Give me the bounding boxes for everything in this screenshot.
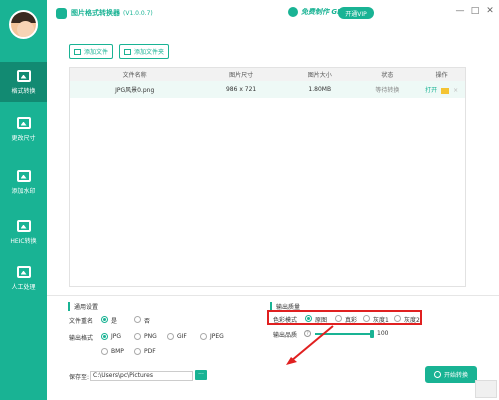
table-header: 文件名称 图片尺寸 图片大小 状态 操作 <box>70 68 465 81</box>
save-path-input[interactable]: C:\Users\pc\Pictures <box>90 371 193 381</box>
row-actions: 打开 × <box>418 85 465 94</box>
sidebar: 格式转换 更改尺寸 添加水印 HEIC转换 人工处理 <box>0 0 47 400</box>
title-bar: 图片格式转换器 (V1.0.0.7) <box>47 0 499 26</box>
color-gray1-label: 灰度1 <box>373 317 389 324</box>
add-folder-label: 添加文件夹 <box>134 49 165 56</box>
sidebar-item-format-convert[interactable]: 格式转换 <box>0 62 47 102</box>
color-mode-label: 色彩模式 <box>273 317 298 324</box>
format-bmp-label: BMP <box>111 348 124 355</box>
open-link[interactable]: 打开 <box>425 87 437 94</box>
general-settings-title: 通用设置 <box>68 302 98 311</box>
maximize-button[interactable]: □ <box>469 6 481 16</box>
sidebar-item-label: HEIC转换 <box>10 237 37 245</box>
folder-icon <box>124 48 131 55</box>
quality-slider[interactable] <box>315 333 373 335</box>
format-jpeg-radio[interactable] <box>200 333 207 340</box>
app-title: 图片格式转换器 <box>71 9 120 17</box>
save-to-label: 保存至: <box>69 374 90 381</box>
rename-yes-radio[interactable] <box>101 316 108 323</box>
refresh-icon <box>433 371 441 378</box>
format-gif-radio[interactable] <box>167 333 174 340</box>
close-button[interactable]: ✕ <box>484 6 496 16</box>
divider <box>47 295 499 296</box>
add-file-icon <box>74 48 81 55</box>
col-size: 图片大小 <box>307 72 332 79</box>
rename-yes-label: 是 <box>111 318 118 325</box>
file-dimensions: 986 x 721 <box>225 86 257 93</box>
format-pdf-label: PDF <box>144 348 156 355</box>
format-jpg-label: JPG <box>111 333 122 340</box>
vip-button[interactable]: 开通VIP <box>338 7 374 19</box>
avatar[interactable] <box>9 10 38 39</box>
quality-value: 100 <box>377 330 389 337</box>
file-status: 等待转换 <box>375 87 400 94</box>
col-actions: 操作 <box>435 72 448 79</box>
folder-icon[interactable] <box>441 87 450 94</box>
quality-slider-thumb[interactable] <box>370 330 374 338</box>
color-original-radio[interactable] <box>305 315 312 322</box>
color-gray2-radio[interactable] <box>394 315 401 322</box>
resize-icon <box>16 116 31 129</box>
heic-icon <box>16 219 31 232</box>
sidebar-item-resize[interactable]: 更改尺寸 <box>0 109 47 149</box>
add-file-button[interactable]: 添加文件 <box>69 44 114 59</box>
col-status: 状态 <box>381 72 394 79</box>
color-gray1-radio[interactable] <box>363 315 370 322</box>
watermark-icon <box>16 169 31 182</box>
sidebar-item-label: 添加水印 <box>11 187 36 195</box>
format-jpg-radio[interactable] <box>101 333 108 340</box>
manual-icon <box>16 265 31 278</box>
col-name: 文件名称 <box>122 72 147 79</box>
col-dimensions: 图片尺寸 <box>229 72 254 79</box>
rename-label: 文件重名 <box>69 318 94 325</box>
add-file-label: 添加文件 <box>84 49 109 56</box>
gif-badge-icon <box>288 7 298 17</box>
format-png-radio[interactable] <box>134 333 141 340</box>
sidebar-item-watermark[interactable]: 添加水印 <box>0 162 47 202</box>
quality-label: 输出品质 <box>273 332 298 339</box>
format-jpeg-label: JPEG <box>210 333 224 340</box>
file-name: JPG风景0.png <box>115 87 155 94</box>
help-icon[interactable]: ? <box>304 330 311 337</box>
add-folder-button[interactable]: 添加文件夹 <box>119 44 170 59</box>
rename-no-label: 否 <box>144 318 151 325</box>
color-original-label: 原图 <box>315 317 328 324</box>
format-bmp-radio[interactable] <box>101 348 108 355</box>
delete-icon[interactable]: × <box>453 87 458 94</box>
file-table: 文件名称 图片尺寸 图片大小 状态 操作 JPG风景0.png 986 x 72… <box>69 67 466 287</box>
sidebar-item-manual[interactable]: 人工处理 <box>0 258 47 298</box>
color-gray2-label: 灰度2 <box>404 317 420 324</box>
start-convert-label: 开始转换 <box>443 372 468 379</box>
sidebar-item-label: 更改尺寸 <box>11 134 36 142</box>
color-true-radio[interactable] <box>335 315 342 322</box>
format-png-label: PNG <box>144 333 157 340</box>
image-icon <box>16 69 31 82</box>
table-row[interactable]: JPG风景0.png 986 x 721 1.80MB 等待转换 打开 × <box>70 81 465 98</box>
format-gif-label: GIF <box>177 333 187 340</box>
start-convert-button[interactable]: 开始转换 <box>425 366 477 383</box>
rename-no-radio[interactable] <box>134 316 141 323</box>
sidebar-item-label: 格式转换 <box>11 87 36 95</box>
app-logo-icon <box>56 7 67 19</box>
format-pdf-radio[interactable] <box>134 348 141 355</box>
sidebar-item-heic[interactable]: HEIC转换 <box>0 212 47 252</box>
app-version: (V1.0.0.7) <box>123 9 153 17</box>
output-format-label: 输出格式 <box>69 335 94 342</box>
minimize-button[interactable]: — <box>454 6 466 16</box>
gif-promo-button[interactable]: 免费制作 GIF <box>288 7 345 17</box>
browse-button[interactable]: ··· <box>195 370 207 380</box>
color-true-label: 真彩 <box>345 317 358 324</box>
watermark-logo <box>475 380 497 398</box>
file-size: 1.80MB <box>308 86 332 93</box>
sidebar-item-label: 人工处理 <box>11 283 36 291</box>
